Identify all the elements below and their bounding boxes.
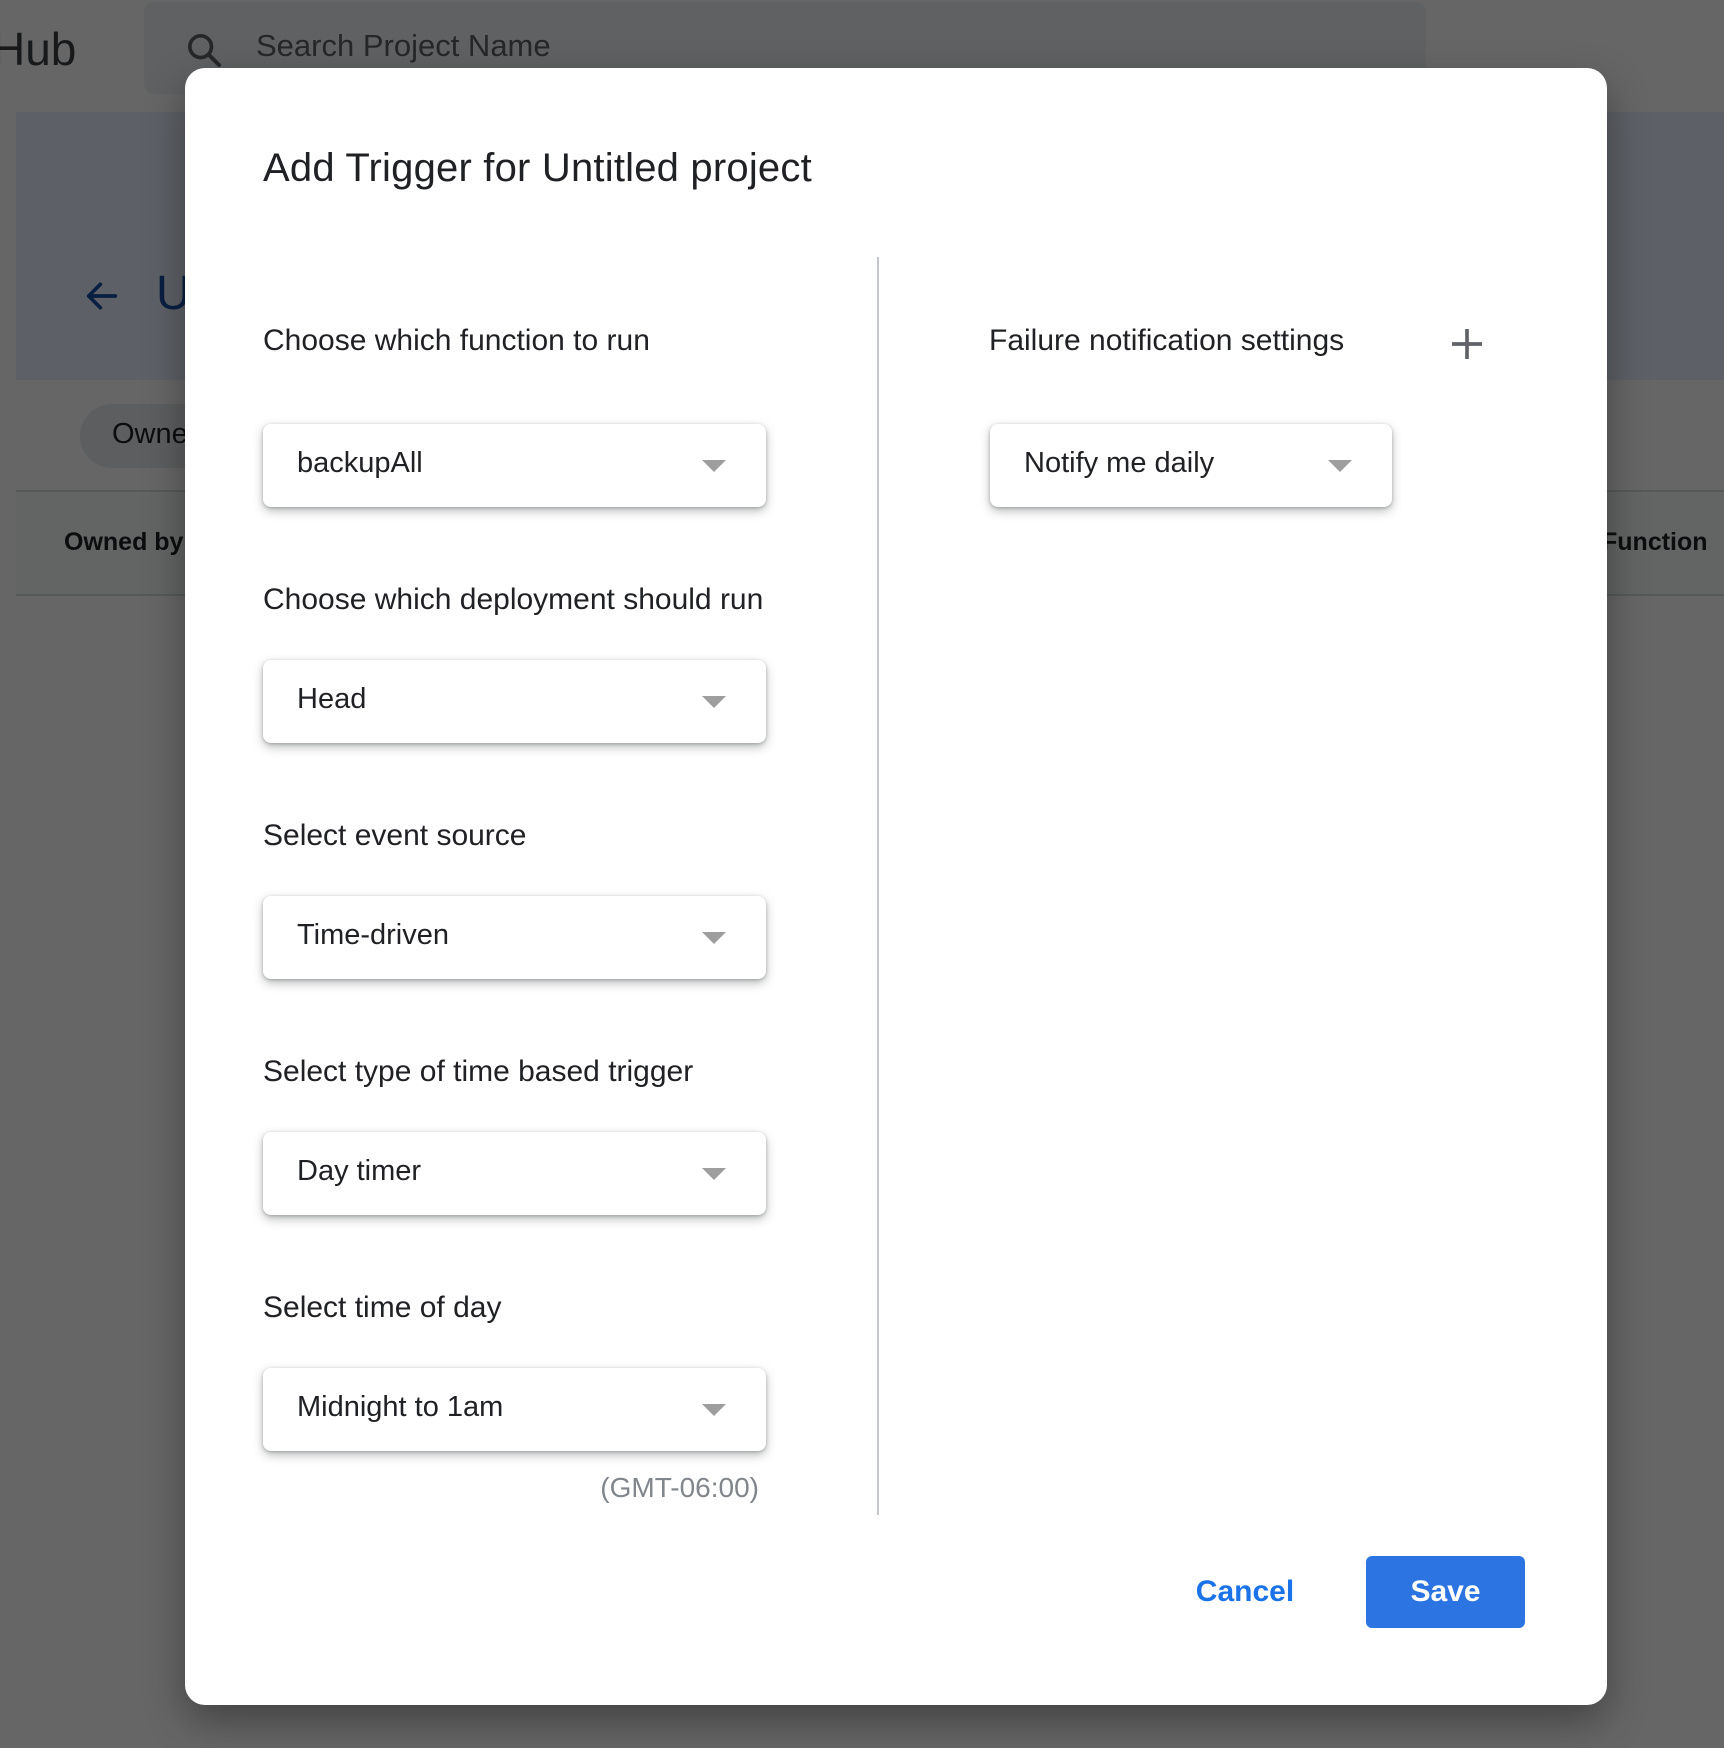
dropdown-arrow-icon: [702, 932, 726, 944]
deployment-label: Choose which deployment should run: [263, 583, 764, 616]
time-of-day-label: Select time of day: [263, 1291, 502, 1324]
failure-notification-select-value: Notify me daily: [1024, 447, 1215, 479]
failure-notification-label: Failure notification settings: [989, 324, 1345, 357]
dropdown-arrow-icon: [1328, 460, 1352, 472]
timezone-label: (GMT-06:00): [600, 1472, 759, 1503]
function-select[interactable]: backupAll: [263, 424, 766, 507]
deployment-select-value: Head: [297, 683, 367, 715]
dialog-title: Add Trigger for Untitled project: [263, 146, 812, 190]
trigger-type-label: Select type of time based trigger: [263, 1055, 694, 1088]
plus-icon[interactable]: [1447, 324, 1487, 364]
column-divider: [877, 257, 879, 1515]
dropdown-arrow-icon: [702, 460, 726, 472]
function-label: Choose which function to run: [263, 324, 650, 357]
dropdown-arrow-icon: [702, 696, 726, 708]
add-trigger-dialog: Add Trigger for Untitled project Choose …: [185, 68, 1607, 1705]
trigger-type-select-value: Day timer: [297, 1155, 422, 1187]
deployment-select[interactable]: Head: [263, 660, 766, 743]
time-of-day-select-value: Midnight to 1am: [297, 1391, 504, 1423]
dropdown-arrow-icon: [702, 1404, 726, 1416]
dropdown-arrow-icon: [702, 1168, 726, 1180]
time-of-day-select[interactable]: Midnight to 1am: [263, 1368, 766, 1451]
function-select-value: backupAll: [297, 447, 423, 479]
event-source-select[interactable]: Time-driven: [263, 896, 766, 979]
failure-notification-select[interactable]: Notify me daily: [990, 424, 1392, 507]
event-source-select-value: Time-driven: [297, 919, 450, 951]
save-button[interactable]: Save: [1366, 1556, 1525, 1628]
trigger-type-select[interactable]: Day timer: [263, 1132, 766, 1215]
event-source-label: Select event source: [263, 819, 527, 852]
cancel-button[interactable]: Cancel: [1165, 1556, 1325, 1628]
